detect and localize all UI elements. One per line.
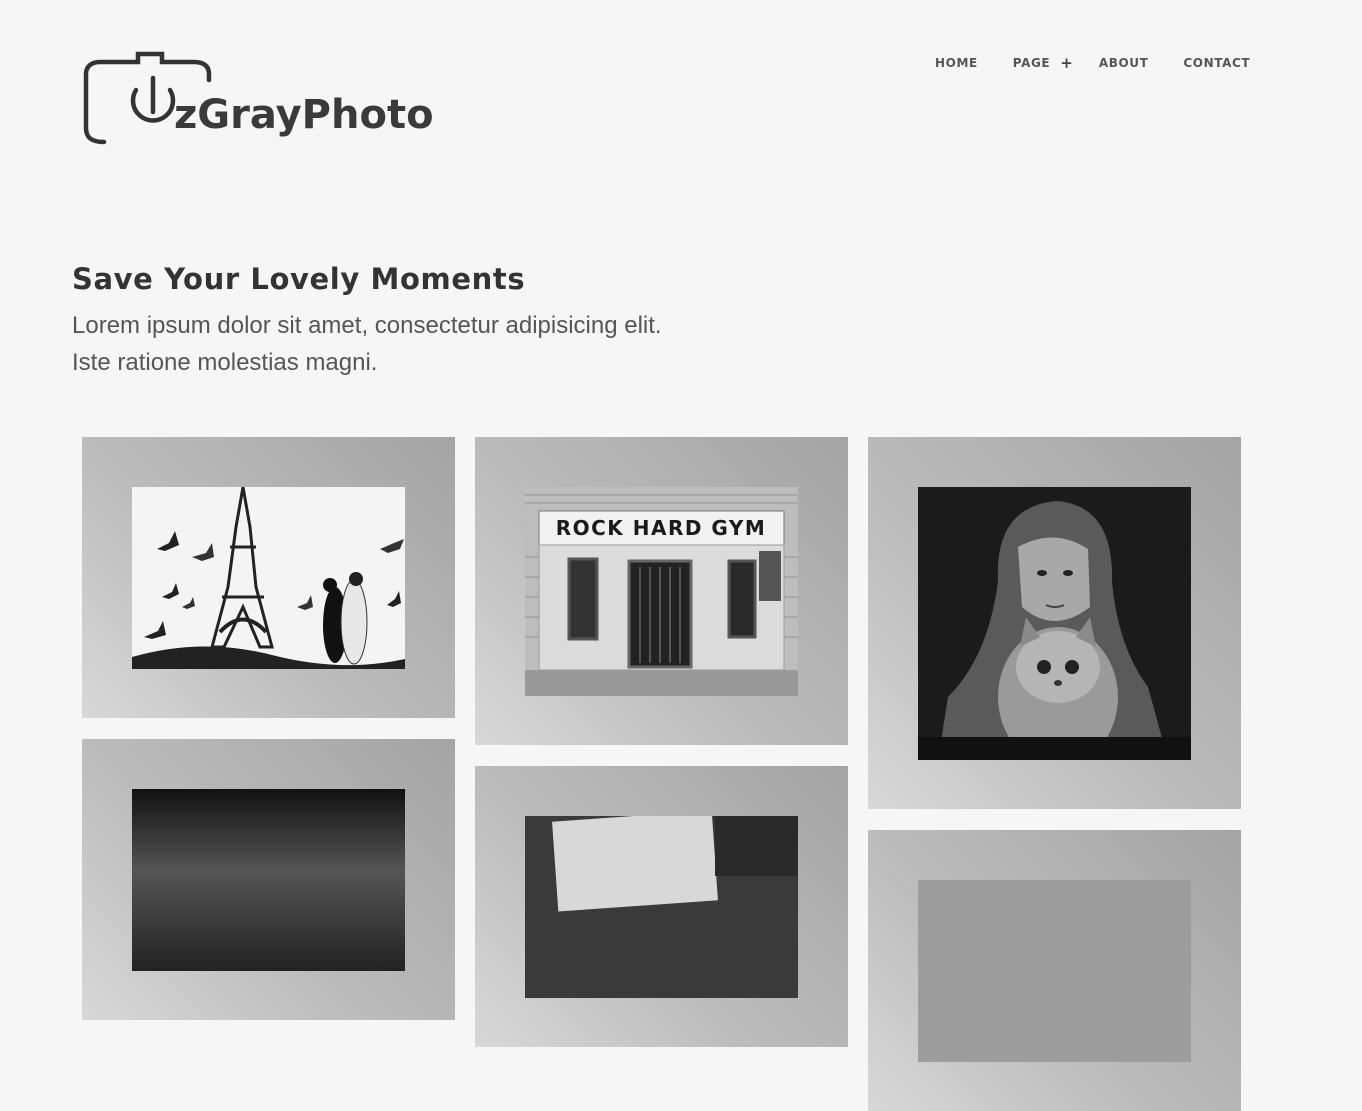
main-nav: HOME PAGE + ABOUT CONTACT xyxy=(935,54,1250,72)
gallery-photo-girl-cat xyxy=(918,487,1191,760)
gallery-card-3[interactable] xyxy=(868,437,1241,809)
gallery-card-6[interactable] xyxy=(868,830,1241,1111)
hero-line-2: Iste ratione molestias magni. xyxy=(72,349,378,376)
plus-icon[interactable]: + xyxy=(1060,54,1073,72)
gallery-photo-gym: ROCK HARD GYM xyxy=(525,487,798,696)
gallery-card-5[interactable] xyxy=(475,766,848,1047)
gallery-card-2[interactable]: ROCK HARD GYM xyxy=(475,437,848,745)
nav-contact[interactable]: CONTACT xyxy=(1183,56,1250,70)
gallery-photo-papers xyxy=(525,816,798,998)
hero-title: Save Your Lovely Moments xyxy=(72,262,526,296)
gallery-card-4[interactable] xyxy=(82,739,455,1020)
hero-line-1: Lorem ipsum dolor sit amet, consectetur … xyxy=(72,312,662,339)
gallery-photo-light xyxy=(918,880,1191,1062)
nav-page-item: PAGE + xyxy=(1013,54,1073,72)
nav-home[interactable]: HOME xyxy=(935,56,978,70)
gallery-photo-landscape xyxy=(132,789,405,971)
hero-text: Lorem ipsum dolor sit amet, consectetur … xyxy=(72,307,662,381)
logo-text: zGrayPhoto xyxy=(174,92,434,138)
gym-sign-text: ROCK HARD GYM xyxy=(556,516,767,540)
nav-about[interactable]: ABOUT xyxy=(1099,56,1149,70)
logo[interactable]: zGrayPhoto xyxy=(82,50,462,146)
gallery-photo-eiffel xyxy=(132,487,405,669)
nav-page[interactable]: PAGE xyxy=(1013,56,1050,70)
gallery-card-1[interactable] xyxy=(82,437,455,718)
